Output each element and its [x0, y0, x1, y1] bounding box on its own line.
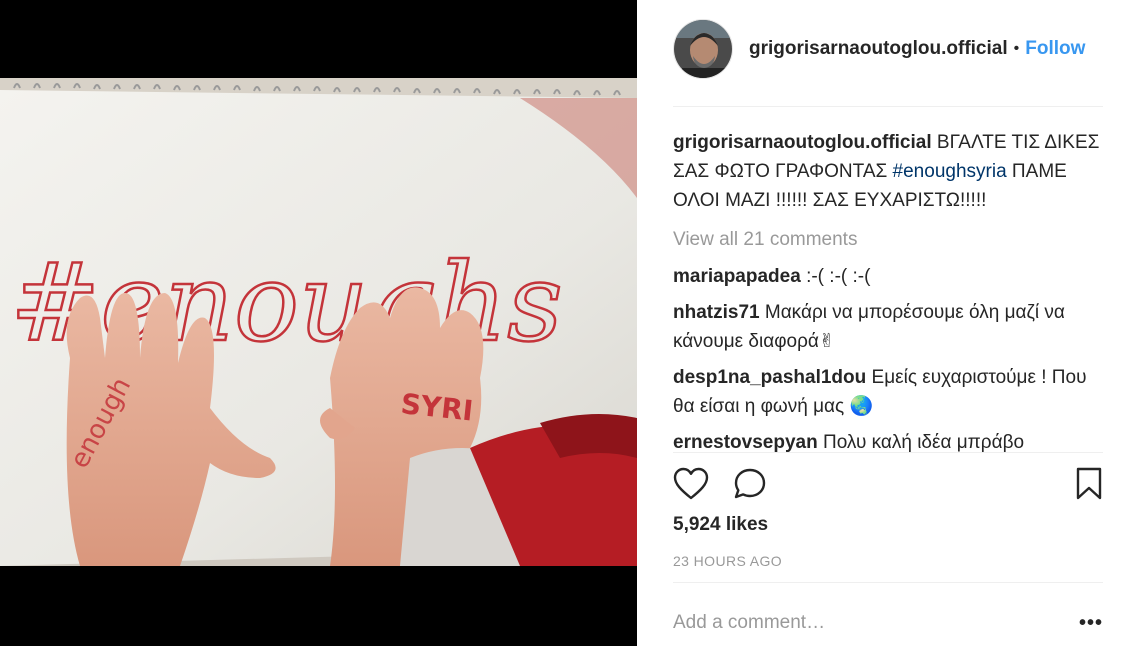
comment-button[interactable]	[733, 467, 767, 501]
comment-item: mariapapadea :-( :-( :-(	[673, 262, 1101, 291]
comment-username[interactable]: mariapapadea	[673, 266, 801, 287]
comment-username[interactable]: nhatzis71	[673, 302, 760, 323]
like-button[interactable]	[673, 467, 709, 501]
comments-divider	[673, 452, 1103, 453]
caption-username[interactable]: grigorisarnaoutoglou.official	[673, 132, 932, 153]
comments-section: grigorisarnaoutoglou.official ΒΓΑΛΤΕ ΤΙΣ…	[673, 128, 1101, 464]
post-sidebar: grigorisarnaoutoglou.official • Follow g…	[637, 0, 1123, 646]
add-comment-form: •••	[673, 600, 1103, 646]
avatar[interactable]	[673, 19, 733, 79]
header-divider	[673, 106, 1103, 107]
header-separator: •	[1013, 40, 1020, 57]
comment-item: desp1na_pashal1dou Εμείς ευχαριστούμε ! …	[673, 363, 1101, 421]
comment-username[interactable]: ernestovsepyan	[673, 432, 818, 453]
post-photo-image: #enoughs enough SYRI	[0, 78, 637, 566]
avatar-image	[674, 20, 732, 78]
comment-bubble-icon	[734, 468, 766, 499]
caption-hashtag-link[interactable]: #enoughsyria	[893, 161, 1007, 182]
likes-count[interactable]: 5,924 likes	[673, 514, 768, 536]
footer-divider	[673, 582, 1103, 583]
post-media-pane: #enoughs enough SYRI	[0, 0, 637, 646]
post-caption: grigorisarnaoutoglou.official ΒΓΑΛΤΕ ΤΙΣ…	[673, 128, 1101, 215]
follow-button[interactable]: Follow	[1025, 38, 1085, 60]
comment-username[interactable]: desp1na_pashal1dou	[673, 367, 866, 388]
comment-item: nhatzis71 Μακάρι να μπορέσουμε όλη μαζί …	[673, 298, 1101, 356]
save-button[interactable]	[1075, 467, 1103, 501]
more-options-icon[interactable]: •••	[1079, 612, 1103, 635]
comment-text: Πολυ καλή ιδέα μπράβο	[822, 432, 1025, 453]
post-actions-bar	[673, 462, 1103, 506]
bookmark-icon	[1076, 467, 1102, 500]
post-timestamp: 23 HOURS AGO	[673, 553, 783, 569]
post-author-username[interactable]: grigorisarnaoutoglou.official	[749, 38, 1008, 60]
add-comment-input[interactable]	[673, 612, 1079, 634]
post-photo[interactable]: #enoughs enough SYRI	[0, 78, 637, 566]
heart-icon	[673, 467, 709, 500]
post-header: grigorisarnaoutoglou.official • Follow	[673, 18, 1103, 80]
comment-text: :-( :-( :-(	[806, 266, 871, 287]
view-all-comments-link[interactable]: View all 21 comments	[673, 225, 1101, 254]
